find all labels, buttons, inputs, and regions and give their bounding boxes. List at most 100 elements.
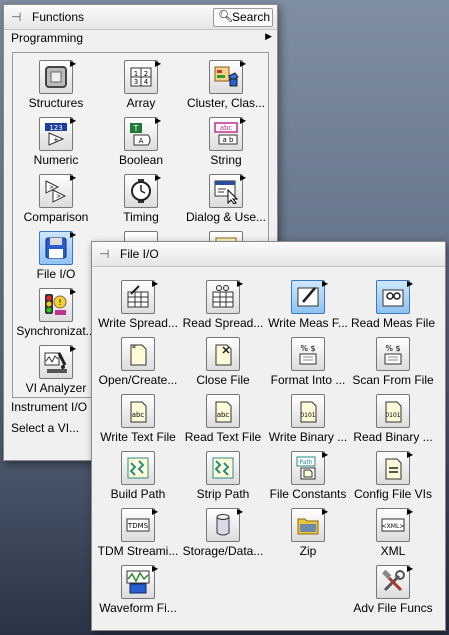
palette-item-synchronization[interactable]: ! ▶ Synchronizat... xyxy=(13,287,99,344)
palette-item-dialog[interactable]: ▶ Dialog & Use... xyxy=(183,173,269,230)
write-text-file-icon: abc xyxy=(121,394,155,428)
submenu-arrow-icon: ▶ xyxy=(240,173,247,182)
submenu-arrow-icon: ▶ xyxy=(322,279,329,288)
instrument-io-item[interactable]: Instrument I/O xyxy=(11,400,87,414)
palette-item-write-meas-file[interactable]: ▶ Write Meas F... xyxy=(265,279,351,336)
submenu-arrow-icon: ▶ xyxy=(407,564,414,573)
palette-item-label: Dialog & Use... xyxy=(185,210,267,224)
palette-item-write-binary[interactable]: 0101 Write Binary ... xyxy=(265,393,351,450)
palette-item-write-text-file[interactable]: abc Write Text File xyxy=(95,393,181,450)
chevron-right-icon: ▶ xyxy=(265,31,272,41)
submenu-arrow-icon: ▶ xyxy=(70,287,77,296)
palette-item-strip-path[interactable]: Strip Path xyxy=(180,450,266,507)
submenu-arrow-icon: ▶ xyxy=(155,59,162,68)
palette-item-xml[interactable]: <XML> ▶ XML xyxy=(350,507,436,564)
palette-item-numeric[interactable]: 123 + ▶ Numeric xyxy=(13,116,99,173)
synchronization-icon: ! xyxy=(39,288,73,322)
palette-item-config-file[interactable]: ▶ Config File VIs xyxy=(350,450,436,507)
svg-text:0101: 0101 xyxy=(300,412,315,419)
palette-item-read-spreadsheet[interactable]: ▶ Read Spread... xyxy=(180,279,266,336)
palette-item-array[interactable]: 1 2 3 4 ▶ Array xyxy=(98,59,184,116)
svg-text:<XML>: <XML> xyxy=(382,523,405,530)
svg-text:4: 4 xyxy=(144,78,149,86)
palette-item-structures[interactable]: ▶ Structures xyxy=(13,59,99,116)
palette-item-comparison[interactable]: > > ▶ Comparison xyxy=(13,173,99,230)
submenu-arrow-icon: ▶ xyxy=(407,279,414,288)
read-spreadsheet-icon xyxy=(206,280,240,314)
string-icon: abc a b xyxy=(209,117,243,151)
palette-item-label: Read Text File xyxy=(184,430,262,444)
write-binary-icon: 0101 xyxy=(291,394,325,428)
submenu-arrow-icon: ▶ xyxy=(237,507,244,516)
palette-item-file-io[interactable]: ▶ File I/O xyxy=(13,230,99,287)
palette-item-read-meas-file[interactable]: ▶ Read Meas File xyxy=(350,279,436,336)
palette-item-string[interactable]: abc a b ▶ String xyxy=(183,116,269,173)
submenu-arrow-icon: ▶ xyxy=(70,59,77,68)
palette-item-write-spreadsheet[interactable]: ▶ Write Spread... xyxy=(95,279,181,336)
palette-item-label: VI Analyzer xyxy=(25,381,87,395)
palette-item-label: Adv File Funcs xyxy=(353,601,433,615)
svg-text:abc: abc xyxy=(220,124,233,132)
numeric-icon: 123 + xyxy=(39,117,73,151)
build-path-icon xyxy=(121,451,155,485)
svg-text:+: + xyxy=(53,136,59,144)
palette-item-format-into-file[interactable]: % $ Format Into ... xyxy=(265,336,351,393)
pin-icon[interactable]: ⊣ xyxy=(99,247,109,261)
palette-item-scan-from-file[interactable]: % $ Scan From File xyxy=(350,336,436,393)
submenu-arrow-icon: ▶ xyxy=(70,116,77,125)
palette-item-waveform-file[interactable]: ▶ Waveform Fi... xyxy=(95,564,181,621)
submenu-arrow-icon: ▶ xyxy=(322,507,329,516)
pin-icon[interactable]: ⊣ xyxy=(11,10,21,24)
palette-item-read-binary[interactable]: 0101 Read Binary ... xyxy=(350,393,436,450)
submenu-arrow-icon: ▶ xyxy=(70,230,77,239)
submenu-arrow-icon: ▶ xyxy=(155,173,162,182)
palette-item-timing[interactable]: ▶ Timing xyxy=(98,173,184,230)
palette-item-label: Array xyxy=(126,96,156,110)
svg-text:% $: % $ xyxy=(385,344,400,353)
programming-category[interactable]: Programming ▶ xyxy=(4,30,277,47)
file-io-titlebar[interactable]: ⊣ File I/O xyxy=(92,242,445,267)
palette-item-cluster[interactable]: ▶ Cluster, Clas... xyxy=(183,59,269,116)
palette-item-vi-analyzer[interactable]: ▶ VI Analyzer xyxy=(13,344,99,401)
svg-text:Path: Path xyxy=(299,459,312,466)
zip-icon xyxy=(291,508,325,542)
functions-titlebar[interactable]: ⊣ Functions 🔍︎ Search xyxy=(4,5,277,30)
search-button[interactable]: 🔍︎ Search xyxy=(213,8,273,27)
svg-text:abc: abc xyxy=(217,411,230,419)
category-label: Programming xyxy=(11,31,84,45)
palette-item-label: Read Binary ... xyxy=(353,430,433,444)
palette-item-file-constants[interactable]: Path ▶ File Constants xyxy=(265,450,351,507)
palette-item-label: Scan From File xyxy=(352,373,434,387)
search-button-label: Search xyxy=(232,10,271,24)
svg-text:TDMS: TDMS xyxy=(127,522,149,530)
config-file-icon xyxy=(376,451,410,485)
vi-analyzer-icon xyxy=(39,345,73,379)
palette-item-tdm-streaming[interactable]: TDMS ▶ TDM Streami... xyxy=(95,507,181,564)
palette-item-storage[interactable]: ▶ Storage/Data... xyxy=(180,507,266,564)
svg-text:1: 1 xyxy=(134,70,138,78)
palette-item-label: Config File VIs xyxy=(353,487,433,501)
palette-item-boolean[interactable]: TA ▶ Boolean xyxy=(98,116,184,173)
structures-icon xyxy=(39,60,73,94)
boolean-icon: TA xyxy=(124,117,158,151)
svg-text:abc: abc xyxy=(132,411,145,419)
svg-text:% $: % $ xyxy=(300,344,315,353)
palette-item-adv-file-funcs[interactable]: ▶ Adv File Funcs xyxy=(350,564,436,621)
select-a-vi-item[interactable]: Select a VI... xyxy=(11,421,79,435)
svg-text:>: > xyxy=(56,193,61,200)
palette-item-zip[interactable]: ▶ Zip xyxy=(265,507,351,564)
palette-item-label: Strip Path xyxy=(196,487,250,501)
read-binary-icon: 0101 xyxy=(376,394,410,428)
palette-item-label: Write Binary ... xyxy=(268,430,348,444)
palette-item-label: Timing xyxy=(123,210,159,224)
dialog-icon xyxy=(209,174,243,208)
palette-item-label: Close File xyxy=(196,373,250,387)
submenu-arrow-icon: ▶ xyxy=(152,564,159,573)
palette-item-close-file[interactable]: Close File xyxy=(180,336,266,393)
palette-item-open-create[interactable]: * Open/Create... xyxy=(95,336,181,393)
palette-item-build-path[interactable]: Build Path xyxy=(95,450,181,507)
palette-item-read-text-file[interactable]: abc Read Text File xyxy=(180,393,266,450)
palette-item-label: Zip xyxy=(299,544,317,558)
scan-from-file-icon: % $ xyxy=(376,337,410,371)
submenu-arrow-icon: ▶ xyxy=(240,59,247,68)
